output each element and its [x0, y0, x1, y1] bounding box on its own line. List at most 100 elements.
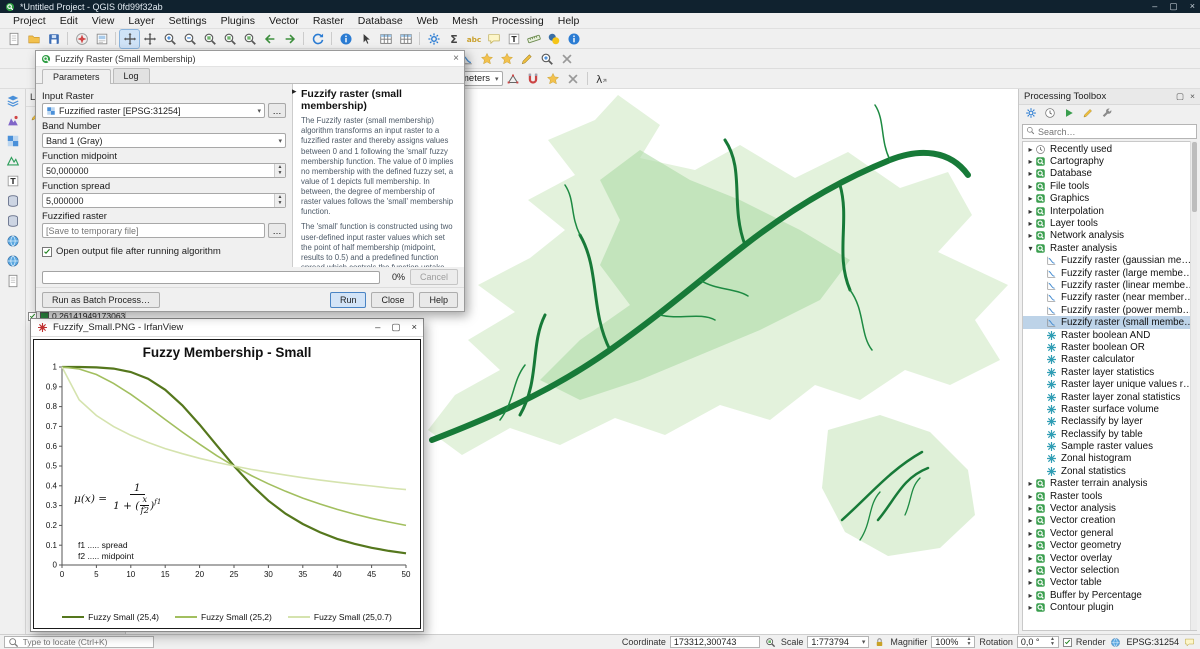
input-raster-combo[interactable]: Fuzzified raster [EPSG:31254]▾ — [42, 103, 265, 118]
pan-to-selection-button[interactable] — [140, 30, 159, 48]
toolbox-group[interactable]: ▸Vector analysis — [1023, 502, 1196, 514]
toolbox-search-input[interactable] — [1038, 127, 1193, 137]
vertex-tool-button[interactable] — [504, 70, 523, 88]
new-print-layout-button[interactable] — [92, 30, 111, 48]
window-minimize-button[interactable]: – — [1152, 1, 1157, 12]
zoom-native-resolution-button[interactable] — [537, 50, 556, 68]
toolbox-group[interactable]: ▸Graphics — [1023, 193, 1196, 205]
panel-float-button[interactable]: ▢ — [1176, 91, 1184, 102]
add-vector-layer-button[interactable] — [3, 112, 22, 130]
map-tips-button[interactable] — [484, 30, 503, 48]
add-delimited-text-layer-button[interactable]: T — [3, 172, 22, 190]
models-button[interactable] — [1022, 106, 1039, 122]
band-number-combo[interactable]: Band 1 (Gray)▾ — [42, 133, 286, 148]
crs-globe-icon[interactable] — [1109, 636, 1122, 648]
deselect-all-button[interactable] — [557, 50, 576, 68]
toolbox-algorithm[interactable]: Fuzzify raster (gaussian membership) — [1023, 255, 1196, 267]
dialog-titlebar[interactable]: Fuzzify Raster (Small Membership) × — [36, 51, 464, 67]
splitter-handle[interactable]: ▸ — [292, 86, 297, 97]
irfanview-maximize-button[interactable]: ▢ — [391, 322, 400, 333]
menu-view[interactable]: View — [85, 14, 122, 28]
pan-map-button[interactable] — [120, 30, 139, 48]
toolbox-algorithm[interactable]: Raster surface volume — [1023, 403, 1196, 415]
open-project-button[interactable] — [24, 30, 43, 48]
zoom-in-button[interactable] — [160, 30, 179, 48]
menu-processing[interactable]: Processing — [485, 14, 551, 28]
output-raster-input[interactable]: [Save to temporary file] — [42, 223, 265, 238]
toolbox-algorithm[interactable]: Raster layer statistics — [1023, 366, 1196, 378]
open-after-checkbox[interactable] — [42, 247, 52, 257]
toolbox-group[interactable]: ▸Buffer by Percentage — [1023, 589, 1196, 601]
edit-in-place-button[interactable] — [1079, 106, 1096, 122]
messages-icon[interactable] — [1183, 636, 1196, 648]
text-annotation-button[interactable]: T — [504, 30, 523, 48]
add-wms-layer-button[interactable] — [3, 232, 22, 250]
refresh-map-button[interactable] — [308, 30, 327, 48]
window-maximize-button[interactable]: ▢ — [1169, 1, 1178, 12]
toolbox-group[interactable]: ▸Cartography — [1023, 155, 1196, 167]
menu-database[interactable]: Database — [351, 14, 410, 28]
toolbox-group[interactable]: ▸Vector overlay — [1023, 552, 1196, 564]
toolbox-algorithm[interactable]: Reclassify by table — [1023, 428, 1196, 440]
toolbox-group[interactable]: ▸Contour plugin — [1023, 601, 1196, 613]
add-spatialite-layer-button[interactable] — [3, 212, 22, 230]
irfanview-close-button[interactable]: × — [411, 322, 417, 333]
crs-status[interactable]: EPSG:31254 — [1126, 637, 1179, 647]
coordinate-value[interactable]: 173312,300743 — [670, 636, 760, 648]
toolbox-group[interactable]: ▸Network analysis — [1023, 230, 1196, 242]
save-project-button[interactable] — [44, 30, 63, 48]
contrast-increase-button[interactable] — [497, 50, 516, 68]
toolbox-algorithm[interactable]: Sample raster values — [1023, 440, 1196, 452]
irfanview-minimize-button[interactable]: – — [375, 322, 380, 333]
toolbox-group[interactable]: ▾Raster analysis — [1023, 242, 1196, 254]
layer-labeling-button[interactable]: abc — [464, 30, 483, 48]
new-shapefile-layer-button[interactable] — [3, 272, 22, 290]
menu-mesh[interactable]: Mesh — [445, 14, 485, 28]
run-as-batch-button[interactable]: Run as Batch Process… — [42, 292, 160, 308]
toolbox-algorithm[interactable]: Raster boolean OR — [1023, 341, 1196, 353]
toolbox-group[interactable]: ▸Vector creation — [1023, 515, 1196, 527]
add-postgis-layer-button[interactable] — [3, 192, 22, 210]
toolbox-group[interactable]: ▸Raster tools — [1023, 490, 1196, 502]
extents-icon[interactable] — [764, 636, 777, 648]
statistical-summary-button[interactable]: Σ — [444, 30, 463, 48]
zoom-to-selection-button[interactable] — [220, 30, 239, 48]
field-calculator-button[interactable] — [396, 30, 415, 48]
run-button[interactable]: Run — [330, 292, 367, 308]
toolbox-algorithm[interactable]: Raster layer zonal statistics — [1023, 391, 1196, 403]
snapping-toggle-button[interactable] — [524, 70, 543, 88]
function-midpoint-spinbox[interactable]: 50,000000▲▼ — [42, 163, 286, 178]
menu-settings[interactable]: Settings — [162, 14, 214, 28]
menu-project[interactable]: Project — [6, 14, 53, 28]
zoom-next-button[interactable] — [280, 30, 299, 48]
toolbox-group[interactable]: ▸Vector geometry — [1023, 540, 1196, 552]
locate-input[interactable] — [23, 637, 150, 647]
open-attribute-table-button[interactable] — [376, 30, 395, 48]
help-contents-button[interactable] — [564, 30, 583, 48]
style-manager-button[interactable] — [72, 30, 91, 48]
locate-bar[interactable] — [4, 636, 154, 648]
toolbox-algorithm[interactable]: Raster boolean AND — [1023, 329, 1196, 341]
panel-close-button[interactable]: × — [1190, 91, 1195, 102]
toolbox-algorithm[interactable]: Zonal histogram — [1023, 453, 1196, 465]
menu-raster[interactable]: Raster — [306, 14, 351, 28]
output-browse-button[interactable]: … — [268, 223, 286, 238]
measure-line-button[interactable] — [524, 30, 543, 48]
data-source-manager-button[interactable] — [3, 92, 22, 110]
lock-scale-icon[interactable] — [873, 636, 886, 648]
delete-selected-button[interactable] — [564, 70, 583, 88]
scrollbar-thumb[interactable] — [1192, 142, 1197, 212]
toolbox-scrollbar[interactable] — [1190, 141, 1197, 630]
toolbox-algorithm[interactable]: Raster layer unique values report — [1023, 378, 1196, 390]
zoom-last-button[interactable] — [260, 30, 279, 48]
toolbox-algorithm[interactable]: Zonal statistics — [1023, 465, 1196, 477]
menu-plugins[interactable]: Plugins — [214, 14, 262, 28]
results-viewer-button[interactable] — [1060, 106, 1077, 122]
new-project-button[interactable] — [4, 30, 23, 48]
add-raster-layer-button[interactable] — [3, 132, 22, 150]
toolbox-algorithm[interactable]: Fuzzify raster (power membership) — [1023, 304, 1196, 316]
zoom-out-button[interactable] — [180, 30, 199, 48]
add-mesh-layer-button[interactable] — [3, 152, 22, 170]
toolbox-algorithm[interactable]: Fuzzify raster (large membership) — [1023, 267, 1196, 279]
digitize-favorite-button[interactable] — [544, 70, 563, 88]
